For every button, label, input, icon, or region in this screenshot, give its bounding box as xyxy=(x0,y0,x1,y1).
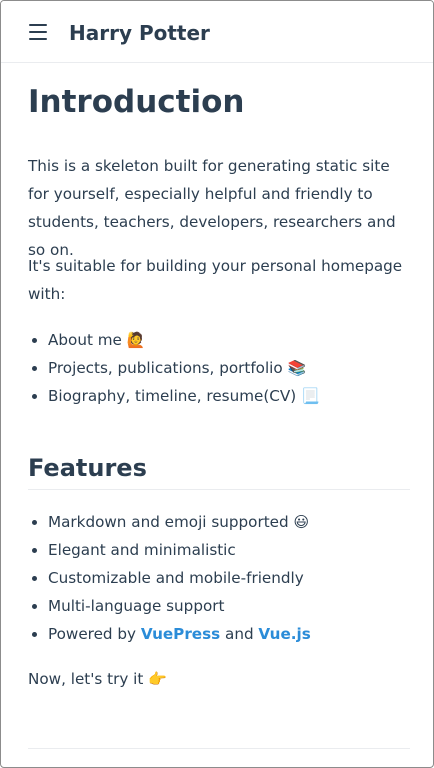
list-item-text: Markdown and emoji supported xyxy=(48,513,289,531)
app-frame: Harry Potter Introduction This is a skel… xyxy=(0,0,434,768)
list-item: Biography, timeline, resume(CV) 📃 xyxy=(28,382,410,410)
powered-middle: and xyxy=(220,625,259,643)
list-item: About me 🙋 xyxy=(28,326,410,354)
homepage-paragraph: It's suitable for building your personal… xyxy=(28,257,403,303)
books-icon: 📚 xyxy=(287,359,307,377)
smiley-icon: 😃 xyxy=(293,513,310,531)
hamburger-menu-icon[interactable] xyxy=(28,23,48,41)
person-raising-hand-icon: 🙋 xyxy=(126,331,146,349)
list-item: Markdown and emoji supported 😃 xyxy=(28,508,410,536)
list-item-text: Biography, timeline, resume(CV) xyxy=(48,387,297,405)
list-item: Powered by VuePress and Vue.js xyxy=(28,620,410,648)
list-item: Elegant and minimalistic xyxy=(28,536,410,564)
try-paragraph: Now, let's try it 👉 xyxy=(28,665,410,693)
vuepress-link[interactable]: VuePress xyxy=(141,625,220,643)
list-item-text: Elegant and minimalistic xyxy=(48,541,236,559)
list-item-text: About me xyxy=(48,331,122,349)
try-text: Now, let's try it xyxy=(28,670,144,688)
intro-list: About me 🙋 Projects, publications, portf… xyxy=(28,326,410,410)
list-item: Multi-language support xyxy=(28,592,410,620)
intro-paragraph: This is a skeleton built for generating … xyxy=(28,157,396,259)
list-item-text: Customizable and mobile-friendly xyxy=(48,569,304,587)
powered-prefix: Powered by xyxy=(48,625,141,643)
intro-heading: Introduction xyxy=(28,84,245,120)
page-curl-icon: 📃 xyxy=(301,387,320,405)
page-divider xyxy=(28,748,410,749)
vuejs-link[interactable]: Vue.js xyxy=(258,625,310,643)
list-item: Projects, publications, portfolio 📚 xyxy=(28,354,410,382)
pointing-hand-icon: 👉 xyxy=(148,670,167,688)
site-title[interactable]: Harry Potter xyxy=(69,19,210,47)
list-item: Customizable and mobile-friendly xyxy=(28,564,410,592)
list-item-text: Multi-language support xyxy=(48,597,225,615)
navbar: Harry Potter xyxy=(1,1,433,63)
features-heading: Features xyxy=(28,450,410,490)
features-list: Markdown and emoji supported 😃 Elegant a… xyxy=(28,508,410,648)
list-item-text: Projects, publications, portfolio xyxy=(48,359,283,377)
